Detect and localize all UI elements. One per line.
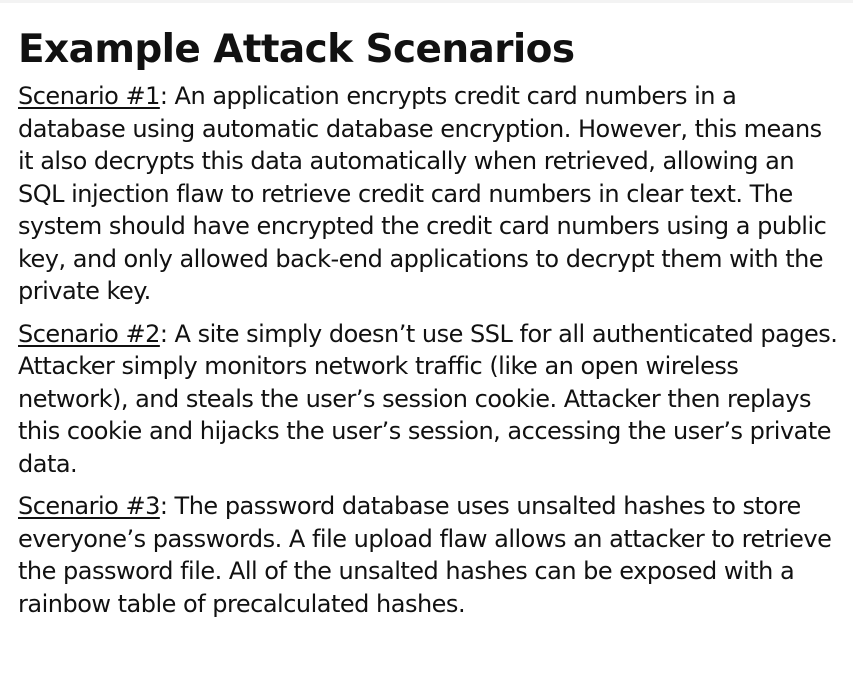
top-divider (0, 0, 853, 3)
scenario-paragraph-3: Scenario #3: The password database uses … (18, 490, 840, 620)
scenario-text: : An application encrypts credit card nu… (18, 82, 827, 305)
slide-content: Example Attack Scenarios Scenario #1: An… (18, 26, 840, 630)
slide-title: Example Attack Scenarios (18, 27, 575, 72)
scenario-label: Scenario #3 (18, 492, 160, 520)
scenario-paragraph-2: Scenario #2: A site simply doesn’t use S… (18, 318, 840, 481)
scenario-label: Scenario #2 (18, 319, 160, 348)
scenario-paragraph-1: Scenario #1: An application encrypts cre… (18, 80, 840, 308)
scenario-label: Scenario #1 (18, 82, 160, 110)
